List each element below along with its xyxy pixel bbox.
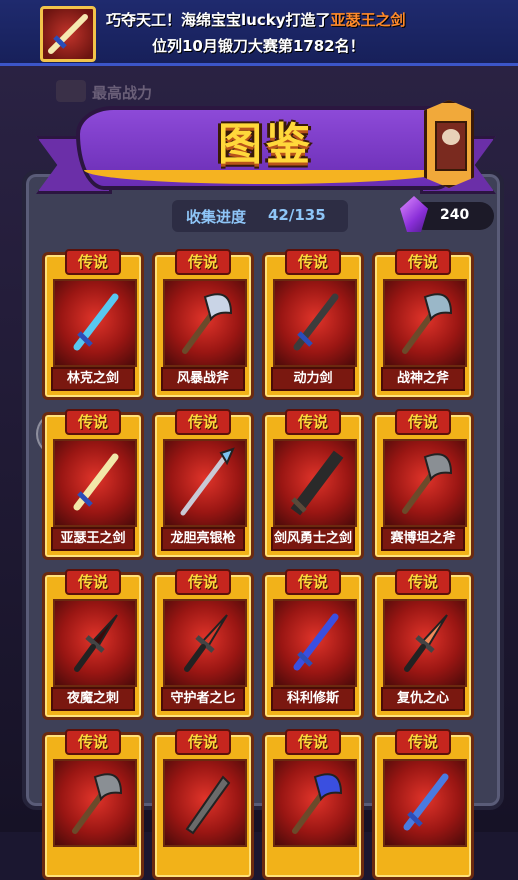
legendary-tag: 传说 — [175, 249, 231, 275]
sword-icon — [273, 599, 357, 687]
legendary-tag: 传说 — [285, 249, 341, 275]
progress-value: 42/135 — [268, 206, 326, 224]
axe-icon — [53, 759, 137, 847]
sword-icon — [383, 759, 467, 847]
weapon-card[interactable]: 传说 战神之斧 — [372, 249, 474, 400]
weapon-card[interactable]: 传说 — [372, 729, 474, 880]
weapon-card[interactable]: 传说 科利修斯 — [262, 569, 364, 720]
spear-icon — [163, 439, 247, 527]
weapon-name: 动力剑 — [271, 367, 355, 391]
currency-value: 240 — [440, 207, 470, 223]
axe-icon — [383, 439, 467, 527]
banner-highlight: 亚瑟王之剑 — [330, 11, 406, 29]
legendary-tag: 传说 — [285, 729, 341, 755]
banner-line-2: 位列10月锻刀大赛第1782名！ — [152, 37, 365, 55]
sword-icon — [273, 279, 357, 367]
sword-icon — [40, 6, 96, 62]
weapon-name: 赛博坦之斧 — [381, 527, 465, 551]
banner-line-1: 巧夺天工！海绵宝宝lucky打造了亚瑟王之剑 — [106, 11, 406, 29]
legendary-tag: 传说 — [285, 409, 341, 435]
weapon-card[interactable]: 传说 风暴战斧 — [152, 249, 254, 400]
weapon-card[interactable]: 传说 复仇之心 — [372, 569, 474, 720]
progress-label: 收集进度 — [186, 208, 247, 226]
weapon-grid: 传说 林克之剑 传说 风暴战斧 传说 动力剑 传说 战神之斧 传说 亚瑟王之剑 … — [42, 249, 478, 880]
greatsword-icon — [273, 439, 357, 527]
weapon-card[interactable]: 传说 赛博坦之斧 — [372, 409, 474, 560]
saw-sword-icon — [163, 759, 247, 847]
weapon-card[interactable]: 传说 夜魔之刺 — [42, 569, 144, 720]
dagger-icon — [383, 599, 467, 687]
weapon-name: 林克之剑 — [51, 367, 135, 391]
weapon-name: 科利修斯 — [271, 687, 355, 711]
dagger-icon — [53, 599, 137, 687]
weapon-card[interactable]: 传说 — [262, 729, 364, 880]
weapon-name: 剑风勇士之剑 — [271, 527, 355, 551]
legendary-tag: 传说 — [285, 569, 341, 595]
weapon-card[interactable]: 传说 — [42, 729, 144, 880]
weapon-name: 夜魔之刺 — [51, 687, 135, 711]
notification-banner[interactable]: 巧夺天工！海绵宝宝lucky打造了亚瑟王之剑 位列10月锻刀大赛第1782名！ — [0, 0, 518, 66]
weapon-card[interactable]: 传说 — [152, 729, 254, 880]
sword-icon — [53, 439, 137, 527]
weapon-name: 战神之斧 — [381, 367, 465, 391]
axe-icon — [383, 279, 467, 367]
weapon-card[interactable]: 传说 龙胆亮银枪 — [152, 409, 254, 560]
legendary-tag: 传说 — [395, 409, 451, 435]
legendary-tag: 传说 — [395, 729, 451, 755]
weapon-card[interactable]: 传说 剑风勇士之剑 — [262, 409, 364, 560]
weapon-card[interactable]: 传说 动力剑 — [262, 249, 364, 400]
legendary-tag: 传说 — [65, 409, 121, 435]
weapon-name: 守护者之匕 — [161, 687, 245, 711]
avatar-face — [442, 129, 460, 145]
avatar[interactable] — [424, 100, 474, 188]
legendary-tag: 传说 — [65, 729, 121, 755]
weapon-name: 风暴战斧 — [161, 367, 245, 391]
weapon-card[interactable]: 传说 亚瑟王之剑 — [42, 409, 144, 560]
avatar-frame — [435, 121, 467, 171]
weapon-card[interactable]: 传说 林克之剑 — [42, 249, 144, 400]
collection-progress: 收集进度 42/135 — [172, 200, 348, 232]
legendary-tag: 传说 — [175, 569, 231, 595]
sword-icon — [53, 279, 137, 367]
legendary-tag: 传说 — [175, 409, 231, 435]
axe-icon — [163, 279, 247, 367]
dagger-icon — [163, 599, 247, 687]
legendary-tag: 传说 — [395, 249, 451, 275]
weapon-name: 亚瑟王之剑 — [51, 527, 135, 551]
weapon-name: 复仇之心 — [381, 687, 465, 711]
weapon-card[interactable]: 传说 守护者之匕 — [152, 569, 254, 720]
weapon-name: 龙胆亮银枪 — [161, 527, 245, 551]
axe-icon — [273, 759, 357, 847]
legendary-tag: 传说 — [175, 729, 231, 755]
legendary-tag: 传说 — [395, 569, 451, 595]
legendary-tag: 传说 — [65, 569, 121, 595]
legendary-tag: 传说 — [65, 249, 121, 275]
